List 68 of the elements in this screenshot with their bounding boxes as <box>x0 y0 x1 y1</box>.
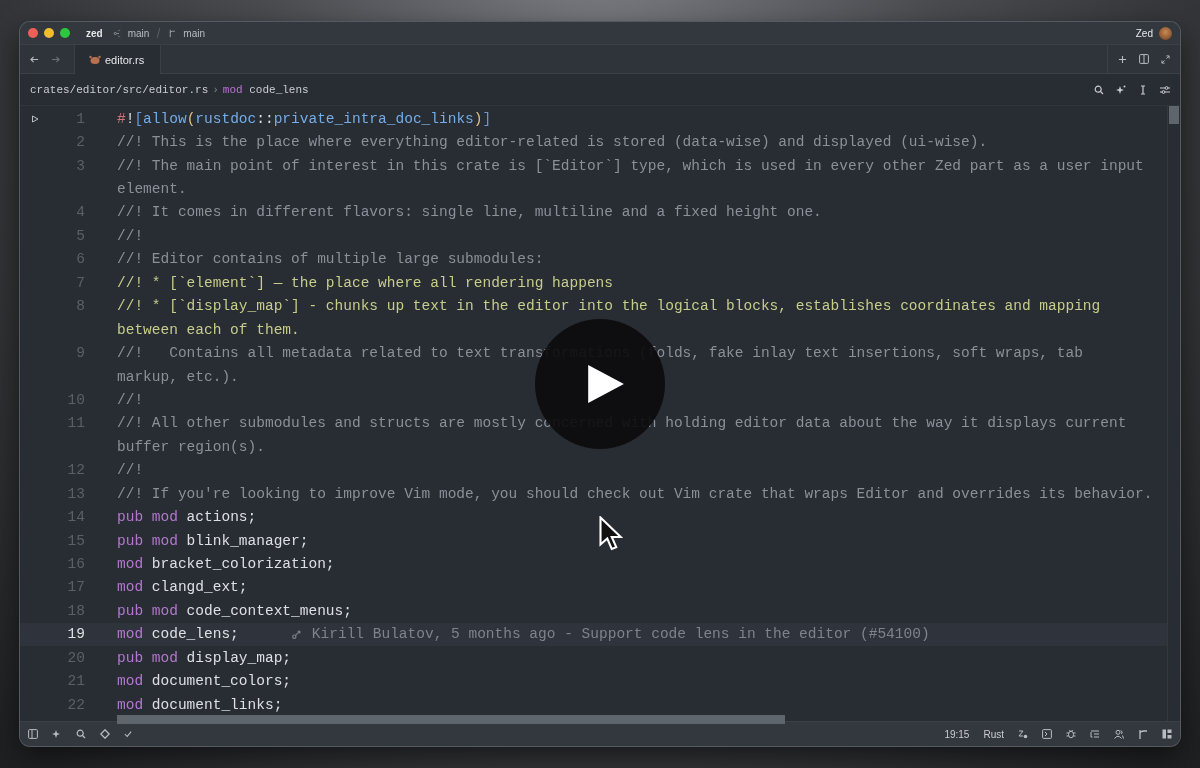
code-line: //! <box>117 391 144 408</box>
bug-icon[interactable] <box>1066 729 1076 739</box>
code-line: //! If you're looking to improve Vim mode, you should check out Vim crate that wraps Editor and overrides its behavior. <box>117 485 1153 502</box>
sidebar-icon[interactable] <box>28 729 38 739</box>
code-line: mod document_links; <box>117 696 283 713</box>
sleep-icon[interactable] <box>1018 729 1028 739</box>
cursor-position[interactable]: 19:15 <box>944 728 970 740</box>
code-line: mod clangd_ext; <box>117 579 248 596</box>
mouse-pointer-icon <box>599 516 623 552</box>
minimize-button[interactable] <box>44 28 54 38</box>
branch-icon <box>112 28 122 38</box>
code-line: buffer region(s). <box>117 438 265 455</box>
code-line: markup, etc.). <box>117 368 239 385</box>
forward-icon[interactable] <box>51 54 60 64</box>
line-number: 19 <box>67 626 85 643</box>
outline-icon[interactable] <box>1090 729 1100 739</box>
zoom-button[interactable] <box>60 28 70 38</box>
branch-name[interactable]: main <box>127 27 150 39</box>
search-icon[interactable] <box>1094 84 1104 95</box>
code-line: //! <box>117 227 144 244</box>
branch-name[interactable]: main <box>183 27 206 39</box>
scrollbar-thumb[interactable] <box>1169 106 1179 124</box>
horizontal-scrollbar[interactable] <box>117 715 785 724</box>
back-icon[interactable] <box>30 54 39 64</box>
code-line: element. <box>117 181 187 198</box>
code-line: //! <box>117 462 144 479</box>
user-name[interactable]: Zed <box>1135 27 1153 39</box>
users-icon[interactable] <box>1114 729 1124 739</box>
breadcrumb-separator: › <box>212 83 219 96</box>
diamond-icon[interactable] <box>100 729 110 739</box>
search-icon[interactable] <box>76 729 86 739</box>
language-selector[interactable]: Rust <box>983 728 1004 740</box>
code-line: between each of them. <box>117 321 300 338</box>
panel-layout-icon[interactable] <box>1162 729 1172 739</box>
text-cursor-icon[interactable] <box>1138 84 1148 95</box>
code-line: mod document_colors; <box>117 673 292 690</box>
code-line: //! Editor contains of multiple large submodules: <box>117 251 544 268</box>
code-line: //! The main point of interest in this crate is [`Editor`] type, which is used in every other Zed part as a user input <box>117 157 1144 174</box>
code-line: //! * [`element`] — the place where all rendering happens <box>117 274 613 291</box>
code-line: pub mod actions; <box>117 509 257 526</box>
sparkle-icon[interactable] <box>1116 84 1126 95</box>
symbol-breadcrumb[interactable]: mod code_lens <box>222 83 309 96</box>
code-line: pub mod display_map; <box>117 649 292 666</box>
code-line: //! This is the place where everything editor-related is stored (data-wise) and displayed (ui-wise). <box>117 134 988 151</box>
terminal-icon[interactable] <box>1042 729 1052 739</box>
file-path[interactable]: crates/editor/src/editor.rs <box>30 83 209 96</box>
git-branch-icon <box>168 28 178 38</box>
code-line: mod code_lens; <box>117 626 239 643</box>
expand-icon[interactable] <box>1161 54 1170 64</box>
run-icon[interactable] <box>31 114 39 123</box>
code-line: pub mod blink_manager; <box>117 532 309 549</box>
code-line: #![allow(rustdoc::private_intra_doc_links)] <box>117 110 492 127</box>
check-icon[interactable] <box>124 730 132 738</box>
code-line: pub mod code_context_menus; <box>117 602 352 619</box>
code-line: //! * [`display_map`] - chunks up text in the editor into the logical blocks, establishes coordinates and mapping <box>117 298 1101 315</box>
editor-tab[interactable]: editor.rs <box>74 45 162 74</box>
sparkle-icon[interactable] <box>52 729 62 739</box>
git-branch-icon[interactable] <box>1138 729 1148 739</box>
project-name[interactable]: zed <box>86 27 103 39</box>
avatar[interactable] <box>1159 26 1172 40</box>
split-pane-icon[interactable] <box>1139 54 1149 64</box>
close-button[interactable] <box>28 28 38 38</box>
crab-icon <box>89 54 101 65</box>
plus-icon[interactable] <box>1118 54 1127 64</box>
commit-icon <box>290 628 302 640</box>
sliders-icon[interactable] <box>1160 84 1170 95</box>
code-line: mod bracket_colorization; <box>117 556 335 573</box>
code-line: //! It comes in different flavors: single line, multiline and a fixed height one. <box>117 204 822 221</box>
